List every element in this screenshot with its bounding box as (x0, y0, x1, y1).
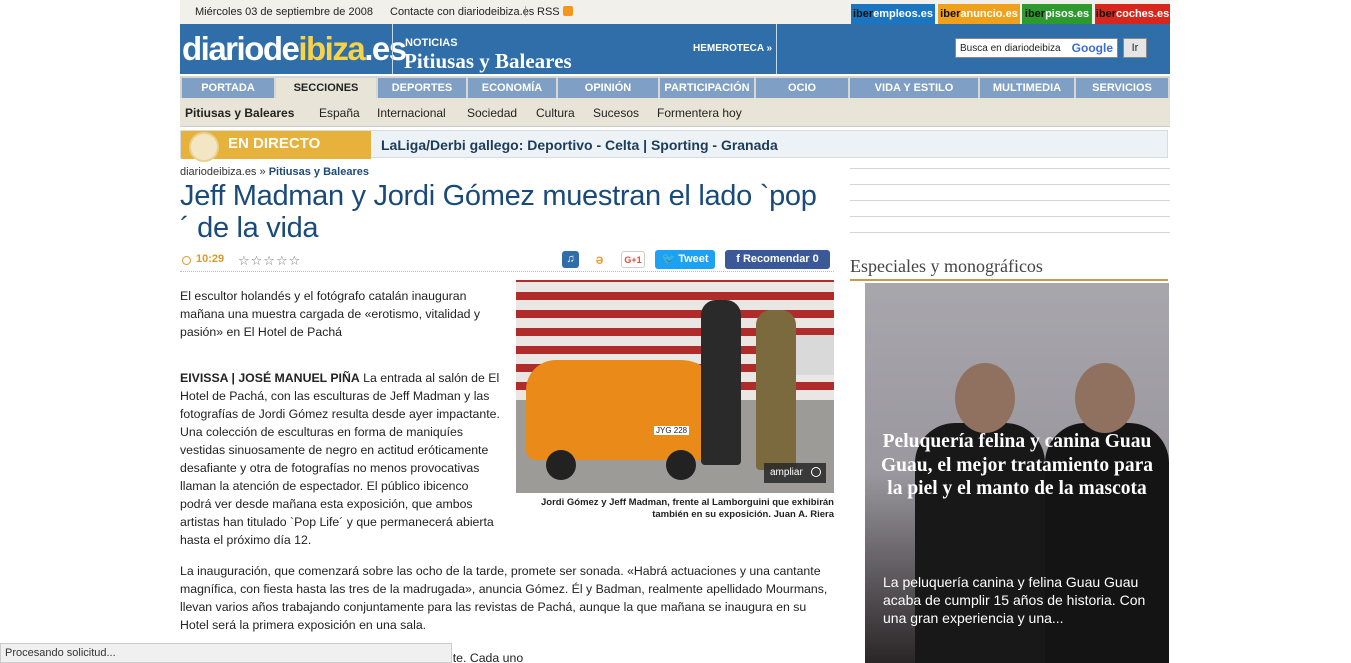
breadcrumb-separator: » (259, 166, 266, 178)
iberempleos-link[interactable]: iberempleos.es (851, 4, 935, 24)
zoom-icon (811, 467, 821, 477)
page-wrapper: Miércoles 03 de septiembre de 2008 Conta… (180, 0, 1170, 663)
breadcrumb-section[interactable]: Pitiusas y Baleares (269, 166, 369, 178)
publish-time: 10:29 (196, 253, 225, 265)
browser-status-bar: Procesando solicitud... (0, 643, 452, 663)
live-badge: EN DIRECTO (181, 131, 371, 162)
header-divider (776, 24, 777, 74)
gplus-button[interactable]: G+1 (621, 251, 645, 268)
breadcrumb: diariodeibiza.es » Pitiusas y Baleares (180, 166, 369, 178)
ibercoches-link[interactable]: ibercoches.es (1095, 4, 1170, 24)
rss-link[interactable]: RSS (537, 6, 573, 18)
article-byline: EIVISSA | JOSÉ MANUEL PIÑA (180, 371, 360, 385)
facebook-icon: f (736, 253, 743, 265)
promo-card[interactable]: Peluquería felina y canina Guau Guau, el… (865, 283, 1169, 663)
main-nav: PORTADA SECCIONES DEPORTES ECONOMÍA OPIN… (180, 76, 1170, 98)
section-title[interactable]: Pitiusas y Baleares (404, 49, 572, 74)
iberanuncio-link[interactable]: iberanuncio.es (938, 4, 1020, 24)
nav-opinion[interactable]: OPINIÓN (558, 78, 658, 98)
photo-lamborghini: JYG 228 (526, 360, 721, 460)
topbar-separator: | (524, 5, 527, 17)
article-meta: 10:29 ☆☆☆☆☆ ♫ ǝ G+1 🐦 Tweet f Recomendar… (180, 250, 834, 272)
photo-person (756, 310, 796, 470)
rss-icon (562, 6, 573, 16)
top-bar: Miércoles 03 de septiembre de 2008 Conta… (180, 0, 1170, 24)
nav-secciones[interactable]: SECCIONES (276, 78, 376, 98)
audio-icon[interactable]: ♫ (562, 251, 579, 268)
iberpisos-link[interactable]: iberpisos.es (1022, 4, 1092, 24)
article-lead: El escultor holandés y el fotógrafo cata… (180, 289, 481, 339)
photo-person (701, 300, 741, 465)
photo-plate: JYG 228 (654, 426, 690, 435)
photo-wheel (546, 450, 576, 480)
subnav-internacional[interactable]: Internacional (377, 106, 446, 120)
contact-link[interactable]: Contacte con diariodeibiza.es (390, 6, 534, 18)
tweet-button[interactable]: 🐦 Tweet (655, 250, 715, 269)
zoom-button[interactable]: ampliar (764, 463, 826, 483)
article-paragraph: EIVISSA | JOSÉ MANUEL PIÑA La entrada al… (180, 371, 500, 547)
nav-economia[interactable]: ECONOMÍA (468, 78, 556, 98)
subnav-espana[interactable]: España (319, 106, 360, 120)
nav-ocio[interactable]: OCIO (756, 78, 848, 98)
promo-text: La peluquería canina y felina Guau Guau … (883, 574, 1146, 626)
subnav-sociedad[interactable]: Sociedad (467, 106, 517, 120)
clock-icon (189, 132, 219, 162)
subnav-formentera[interactable]: Formentera hoy (657, 106, 742, 120)
twitter-icon: 🐦 (661, 253, 679, 265)
promo-title[interactable]: Peluquería felina y canina Guau Guau, el… (877, 430, 1157, 501)
search-button[interactable]: Ir (1123, 38, 1147, 58)
sidebar-dividers (850, 168, 1170, 248)
facebook-recommend-button[interactable]: f Recomendar 0 (725, 250, 830, 269)
subnav-cultura[interactable]: Cultura (536, 106, 575, 120)
sub-nav: Pitiusas y Baleares España Internacional… (180, 98, 1170, 127)
rss-label: RSS (537, 6, 560, 18)
nav-servicios[interactable]: SERVICIOS (1076, 78, 1168, 98)
subnav-pitiusas[interactable]: Pitiusas y Baleares (185, 106, 294, 120)
header-divider (392, 24, 393, 74)
nav-multimedia[interactable]: MULTIMEDIA (980, 78, 1074, 98)
nav-vida-y-estilo[interactable]: VIDA Y ESTILO (850, 78, 978, 98)
google-logo: Google (1071, 41, 1113, 55)
nav-deportes[interactable]: DEPORTES (378, 78, 466, 98)
clock-icon (182, 256, 191, 265)
subnav-sucesos[interactable]: Sucesos (593, 106, 639, 120)
article-paragraph: La inauguración, que comenzará sobre las… (180, 564, 828, 632)
article-headline: Jeff Madman y Jordi Gómez muestran el la… (180, 180, 817, 244)
section-label: NOTICIAS (405, 37, 458, 49)
nav-portada[interactable]: PORTADA (182, 78, 274, 98)
breadcrumb-home[interactable]: diariodeibiza.es (180, 166, 256, 178)
sidebar-title: Especiales y monográficos (850, 256, 1168, 281)
site-logo[interactable]: diariodeibiza.es (182, 30, 407, 68)
rating-stars[interactable]: ☆☆☆☆☆ (238, 253, 301, 269)
photo-caption: Jordi Gómez y Jeff Madman, frente al Lam… (541, 497, 834, 520)
current-date: Miércoles 03 de septiembre de 2008 (195, 6, 373, 18)
live-ticker[interactable]: EN DIRECTO LaLiga/Derbi gallego: Deporti… (180, 130, 1168, 162)
photo-car-back (796, 335, 834, 375)
live-text[interactable]: LaLiga/Derbi gallego: Deportivo - Celta … (381, 137, 778, 153)
site-header: diariodeibiza.es NOTICIAS Pitiusas y Bal… (180, 24, 1170, 74)
search-input[interactable]: Busca en diariodeibiza Google (955, 38, 1118, 58)
meneame-icon[interactable]: ǝ (591, 251, 608, 268)
hemeroteca-link[interactable]: HEMEROTECA » (693, 43, 772, 54)
article-photo[interactable]: JYG 228 ampliar (516, 280, 834, 493)
photo-wheel (666, 450, 696, 480)
search-placeholder: Busca en diariodeibiza (960, 43, 1061, 54)
nav-participacion[interactable]: PARTICIPACIÓN (660, 78, 754, 98)
